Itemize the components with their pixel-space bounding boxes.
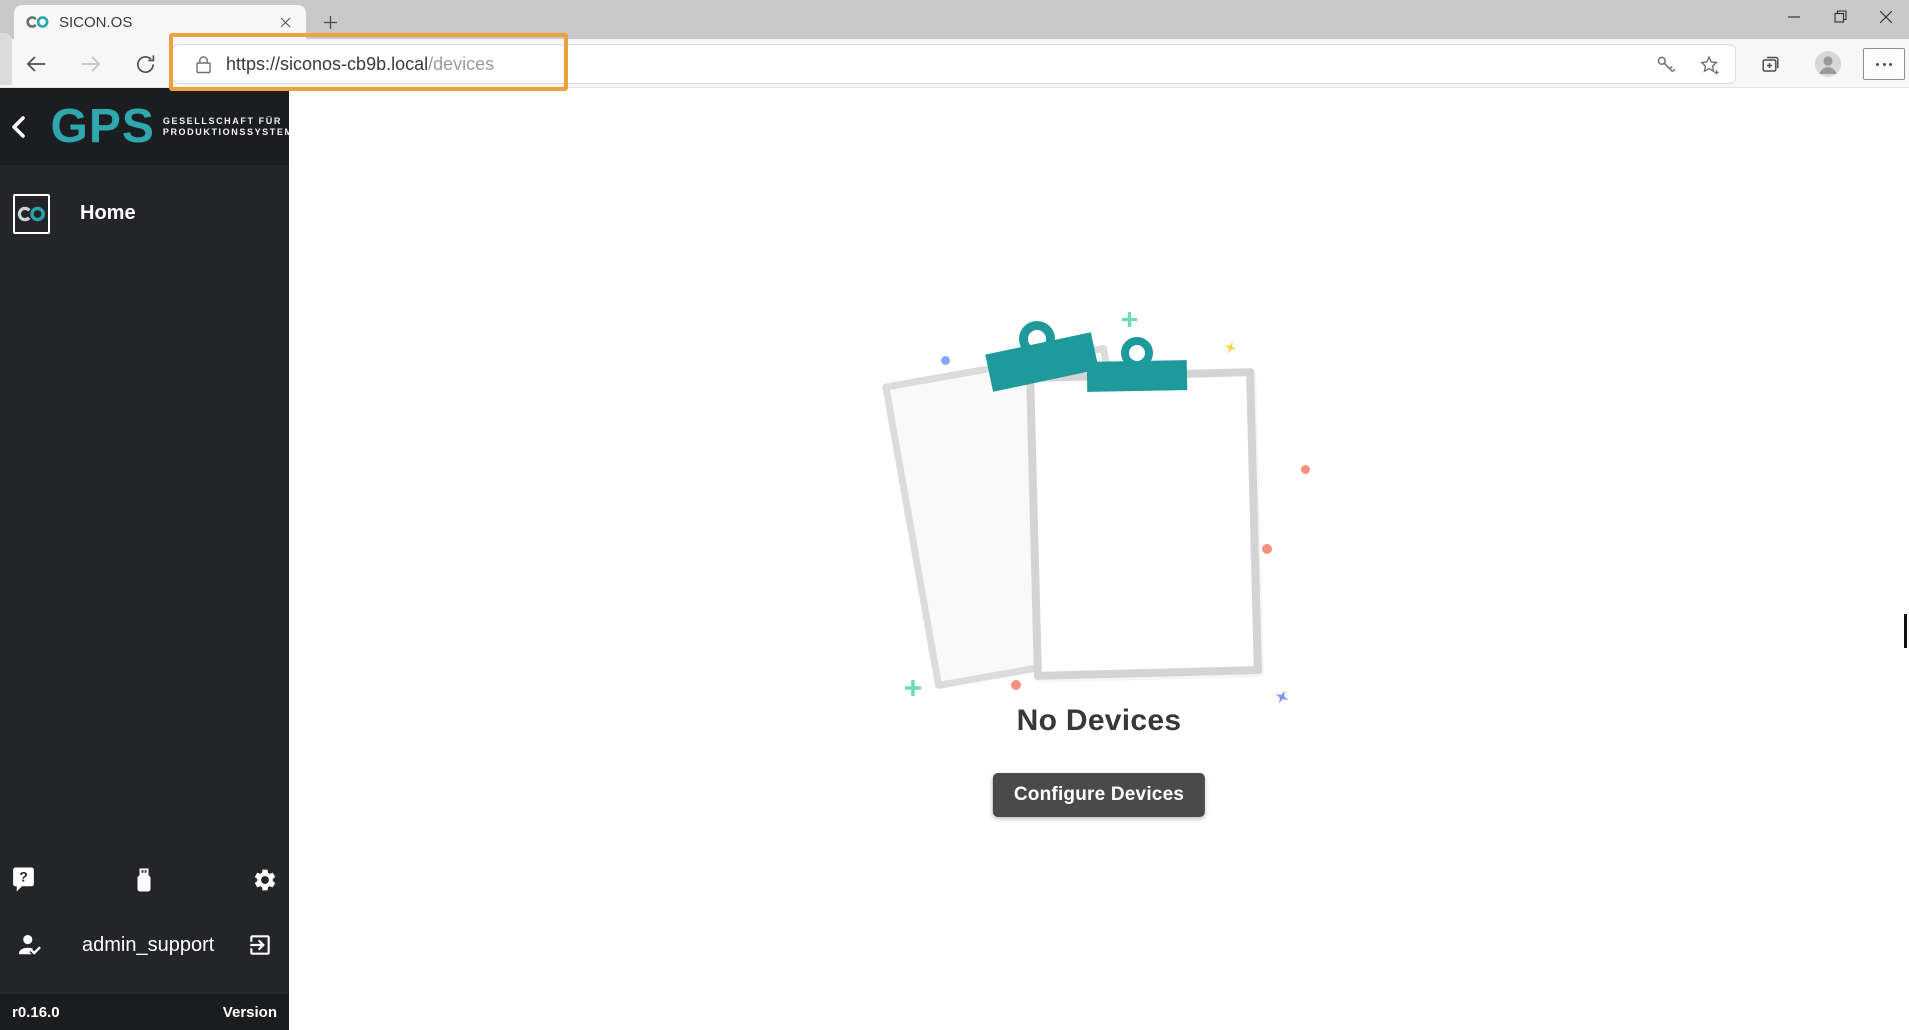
sidebar-item-home-label: Home xyxy=(80,202,136,225)
url-text: https://siconos-cb9b.local/devices xyxy=(226,54,494,75)
svg-text:?: ? xyxy=(19,869,28,885)
tab-sicon-os[interactable]: SICON.OS xyxy=(14,5,306,39)
gps-logo: GPS xyxy=(50,103,154,151)
collapse-sidebar-icon[interactable] xyxy=(0,115,36,139)
usb-icon[interactable] xyxy=(133,867,155,893)
version-value: r0.16.0 xyxy=(12,1004,60,1021)
back-button[interactable] xyxy=(21,49,51,79)
browser-window: SICON.OS xyxy=(0,0,1909,1030)
sicon-favicon-icon xyxy=(26,15,49,29)
refresh-button[interactable] xyxy=(130,49,160,79)
clipboard-clip-bar xyxy=(1087,360,1188,392)
confetti-plus xyxy=(1122,312,1137,327)
more-dot xyxy=(1883,63,1886,66)
mouse-cursor xyxy=(1904,614,1907,648)
sidebar-item-home[interactable]: Home xyxy=(0,186,289,241)
close-window-button[interactable] xyxy=(1863,0,1909,33)
logout-icon[interactable] xyxy=(247,932,273,958)
minimize-button[interactable] xyxy=(1771,0,1817,33)
confetti-dot xyxy=(1301,465,1310,474)
sidebar: GPS GESELLSCHAFT FÜR PRODUKTIONSSYSTEME … xyxy=(0,88,289,1030)
sidebar-user-row: admin_support xyxy=(0,916,289,974)
profile-avatar[interactable] xyxy=(1813,49,1843,79)
confetti-dot xyxy=(941,356,950,365)
lock-icon xyxy=(195,55,212,74)
clipboard-front-illustration xyxy=(1026,368,1262,680)
url-path: /devices xyxy=(428,54,494,74)
main-content: No Devices Configure Devices xyxy=(289,88,1909,1030)
tab-strip: SICON.OS xyxy=(0,0,1909,39)
favorite-star-icon[interactable] xyxy=(1698,54,1722,78)
more-menu-button[interactable] xyxy=(1863,48,1905,80)
collections-icon[interactable] xyxy=(1756,49,1786,79)
url-host: https://siconos-cb9b.local xyxy=(226,54,428,74)
sicon-co-icon xyxy=(13,194,50,234)
forward-button[interactable] xyxy=(76,49,106,79)
tab-title: SICON.OS xyxy=(59,14,274,31)
configure-devices-button[interactable]: Configure Devices xyxy=(993,773,1205,817)
user-check-icon xyxy=(17,933,44,957)
confetti-dot xyxy=(1011,680,1021,690)
sidebar-footer-tools: ? xyxy=(0,852,289,907)
help-icon[interactable]: ? xyxy=(11,866,36,893)
sidebar-header: GPS GESELLSCHAFT FÜR PRODUKTIONSSYSTEME xyxy=(0,88,289,165)
window-controls xyxy=(1771,0,1909,33)
gps-logo-subtitle-line1: GESELLSCHAFT FÜR xyxy=(163,116,282,126)
username-label: admin_support xyxy=(82,934,247,957)
key-icon[interactable] xyxy=(1655,54,1679,78)
version-label: Version xyxy=(223,1004,277,1021)
confetti-star xyxy=(1222,339,1238,355)
empty-state-title: No Devices xyxy=(289,704,1909,738)
more-dot xyxy=(1876,63,1879,66)
tab-close-icon[interactable] xyxy=(274,11,296,33)
browser-toolbar: https://siconos-cb9b.local/devices xyxy=(0,39,1909,88)
version-bar: r0.16.0 Version xyxy=(0,994,289,1030)
gps-logo-subtitle: GESELLSCHAFT FÜR PRODUKTIONSSYSTEME xyxy=(163,116,289,138)
window-edge-artifact xyxy=(0,33,12,85)
settings-gear-icon[interactable] xyxy=(252,867,278,893)
confetti-dot xyxy=(1262,544,1272,554)
confetti-plus xyxy=(905,680,921,696)
restore-button[interactable] xyxy=(1817,0,1863,33)
new-tab-button[interactable] xyxy=(316,8,344,36)
more-dot xyxy=(1889,63,1892,66)
gps-logo-subtitle-line2: PRODUKTIONSSYSTEME xyxy=(163,127,289,137)
address-bar[interactable]: https://siconos-cb9b.local/devices xyxy=(172,44,1736,84)
